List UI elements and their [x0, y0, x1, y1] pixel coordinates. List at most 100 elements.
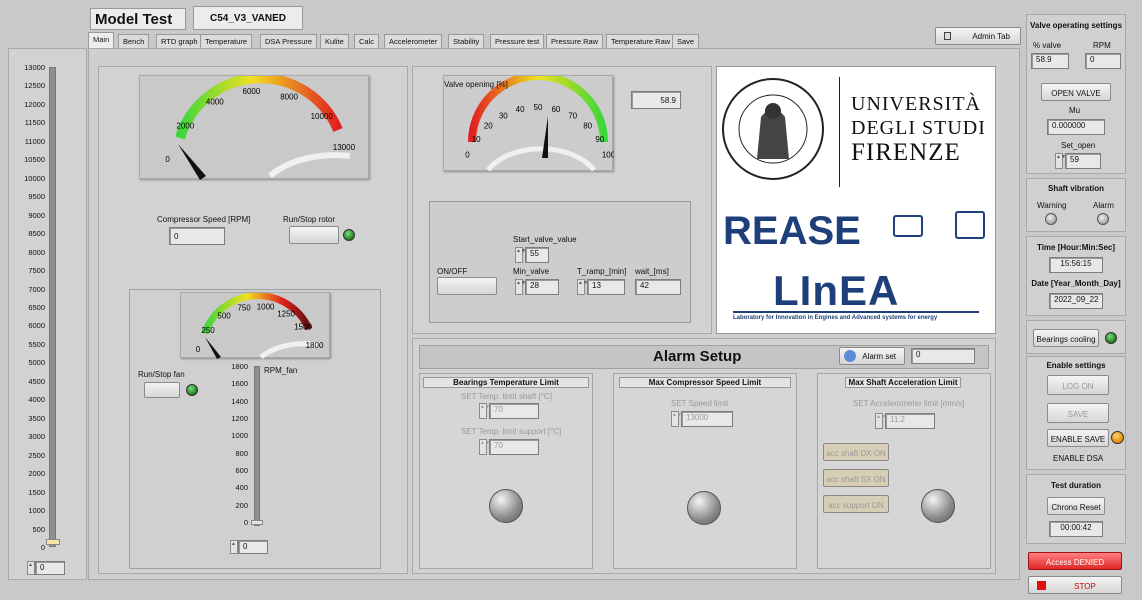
- alarm-set-button[interactable]: Alarm set: [839, 347, 905, 365]
- tab-dsa-pressure[interactable]: DSA Pressure: [260, 34, 318, 48]
- tab-rtd-graph[interactable]: RTD graph: [156, 34, 203, 48]
- start-valve-value[interactable]: 55: [525, 247, 549, 263]
- shaft-temp-spinner[interactable]: ▲▼: [479, 403, 490, 419]
- fan-slider-tick: 600: [235, 466, 248, 475]
- set-open-value[interactable]: 59: [1065, 153, 1101, 169]
- alarm-setup-title: Alarm Setup: [653, 348, 742, 365]
- gauge-tick-label: 20: [484, 122, 493, 131]
- alarm-set-label: Alarm set: [862, 352, 896, 361]
- fan-slider-thumb[interactable]: [251, 520, 263, 525]
- speed-limit-label: SET Speed limit: [671, 399, 729, 408]
- log-on-button[interactable]: LOG ON: [1047, 375, 1109, 395]
- accel-limit-spinner[interactable]: ▲▼: [875, 413, 886, 429]
- stop-icon: [1037, 581, 1046, 590]
- pct-valve-value: 58.9: [1031, 53, 1069, 69]
- save-button[interactable]: SAVE: [1047, 403, 1109, 423]
- tab-pressure-test[interactable]: Pressure test: [490, 34, 545, 48]
- tab-save[interactable]: Save: [672, 34, 700, 48]
- speed-limit-value[interactable]: 13000: [681, 411, 733, 427]
- support-temp-limit-value[interactable]: 70: [489, 439, 539, 455]
- alarm-indicator: [1097, 213, 1109, 225]
- open-valve-button[interactable]: OPEN VALVE: [1041, 83, 1111, 101]
- acc-shaft-sx-button[interactable]: acc shaft SX ON: [823, 469, 889, 487]
- gauge-tick-label: 60: [551, 105, 560, 114]
- speed-slider-tick: 2000: [28, 469, 45, 479]
- stop-button[interactable]: STOP: [1028, 576, 1122, 594]
- tab-temperature[interactable]: Temperature: [200, 34, 253, 48]
- rpm-value: 0: [1085, 53, 1121, 69]
- time-title: Time [Hour:Min:Sec]: [1036, 243, 1116, 252]
- config-name: C54_V3_VANED: [193, 6, 303, 30]
- tab-pressure-raw[interactable]: Pressure Raw: [546, 34, 604, 48]
- support-temp-spinner[interactable]: ▲▼: [479, 439, 490, 455]
- time-panel: Time [Hour:Min:Sec] 15:56:15 Date [Year_…: [1026, 236, 1126, 316]
- bearings-limit-title: Bearings Temperature Limit: [423, 377, 589, 388]
- set-open-spinner[interactable]: ▲▼: [1055, 153, 1066, 169]
- admin-tab-button[interactable]: Admin Tab: [935, 27, 1021, 45]
- gauge-tick-label: 0: [465, 151, 470, 160]
- t-ramp-spinner[interactable]: ▲▼: [577, 279, 588, 295]
- accel-limit-value[interactable]: 11.2: [885, 413, 935, 429]
- speed-slider-tick: 500: [32, 524, 45, 534]
- bearings-cooling-button[interactable]: Bearings cooling: [1033, 329, 1099, 347]
- compressor-speed-value: 0: [169, 227, 225, 245]
- gauge-tick-label: 4000: [206, 98, 224, 107]
- speed-limit-spinner[interactable]: ▲▼: [671, 411, 682, 427]
- enable-save-button[interactable]: ENABLE SAVE: [1047, 429, 1109, 447]
- chrono-reset-button[interactable]: Chrono Reset: [1047, 497, 1105, 515]
- gauge-tick-label: 10000: [311, 112, 334, 121]
- card-icon: [893, 215, 923, 237]
- wait-value: 42: [635, 279, 681, 295]
- gauge-tick-label: 6000: [243, 87, 261, 96]
- university-name-3: FIRENZE: [851, 139, 961, 166]
- fan-slider-track[interactable]: [254, 366, 260, 526]
- fan-slider-tick: 1200: [231, 414, 248, 423]
- min-valve-value[interactable]: 28: [525, 279, 559, 295]
- valve-gauge-dial: 01020 30 40 50 60 70 8090 100: [465, 72, 616, 172]
- speed-spinner[interactable]: ▲▼: [27, 561, 38, 575]
- chrono-value: 00:00:42: [1049, 521, 1103, 537]
- gauge-tick-label: 90: [595, 135, 604, 144]
- run-stop-rotor-led: [343, 229, 355, 241]
- wait-label: wait_[ms]: [635, 267, 669, 276]
- speed-slider-panel: 13000 12500 12000 11500 11000 10500 10000 9500 9…: [8, 48, 87, 580]
- fan-spinner[interactable]: ▲▼: [230, 540, 241, 554]
- enable-settings-title: Enable settings: [1046, 361, 1106, 370]
- acc-support-button[interactable]: acc support ON: [823, 495, 889, 513]
- start-valve-spinner[interactable]: ▲▼: [515, 247, 526, 263]
- enable-dsa-label: ENABLE DSA: [1053, 454, 1104, 463]
- shaft-temp-limit-value[interactable]: 70: [489, 403, 539, 419]
- tab-calc[interactable]: Calc: [354, 34, 380, 48]
- tab-accelerometer[interactable]: Accelerometer: [384, 34, 443, 48]
- admin-tab-label: Admin Tab: [972, 32, 1010, 41]
- access-denied-button[interactable]: Access DENIED: [1028, 552, 1122, 570]
- fan-slider-tick: 0: [243, 518, 248, 527]
- mu-value: 0.000000: [1047, 119, 1105, 135]
- tab-temperature-raw[interactable]: Temperature Raw: [606, 34, 676, 48]
- fan-slider-value[interactable]: 0: [238, 540, 268, 554]
- acc-shaft-dx-button[interactable]: acc shaft DX ON: [823, 443, 889, 461]
- bearings-cooling-panel: Bearings cooling: [1026, 320, 1126, 354]
- tab-main[interactable]: Main: [88, 32, 115, 48]
- speed-slider-thumb[interactable]: [46, 539, 60, 545]
- valve-gauge: Valve opening [%] 0 10 20 30 40 50 60 70 80 90 100: [443, 72, 616, 172]
- linea-logo: LInEA: [773, 267, 900, 314]
- speed-slider-track[interactable]: [49, 67, 56, 547]
- tab-stability[interactable]: Stability: [448, 34, 485, 48]
- fan-slider-tick: 200: [235, 500, 248, 510]
- min-valve-spinner[interactable]: ▲▼: [515, 279, 526, 295]
- gauge-tick-label: 100: [602, 151, 614, 160]
- refresh-icon: [844, 350, 856, 362]
- on-off-button[interactable]: [437, 277, 497, 295]
- speed-slider-tick: 1000: [28, 506, 45, 516]
- tab-kulite[interactable]: Kulite: [320, 34, 349, 48]
- speed-slider-tick: 6000: [28, 321, 45, 331]
- gauge-tick-label: 1000: [257, 303, 275, 312]
- t-ramp-value[interactable]: 13: [587, 279, 625, 295]
- speed-slider-value[interactable]: 0: [35, 561, 65, 575]
- warning-label: Warning: [1037, 201, 1067, 210]
- run-stop-rotor-button[interactable]: [289, 226, 339, 244]
- tab-bench[interactable]: Bench: [118, 34, 150, 48]
- run-stop-fan-button[interactable]: [144, 382, 180, 398]
- fan-slider-tick: 1400: [231, 396, 248, 406]
